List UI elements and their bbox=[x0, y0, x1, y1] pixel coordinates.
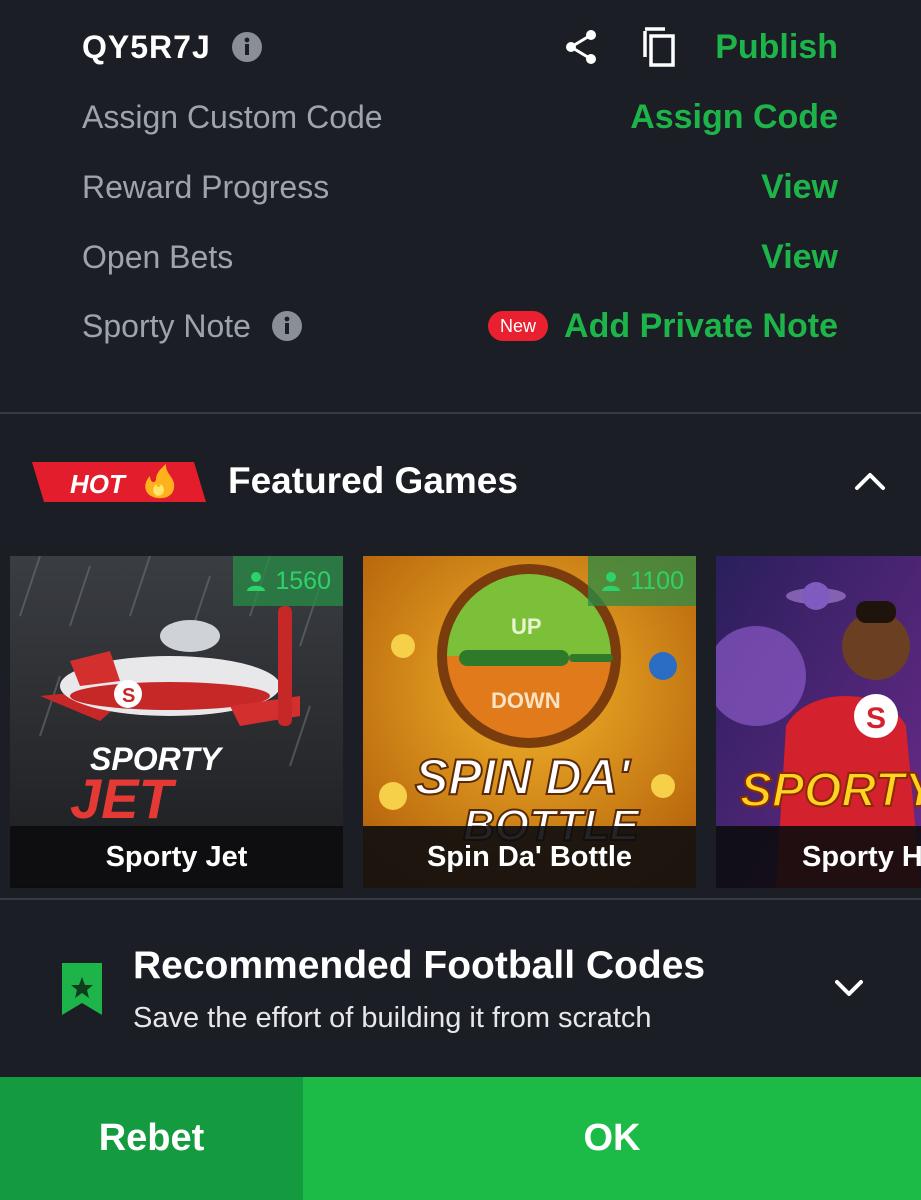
player-count-badge: 1560 bbox=[233, 556, 343, 606]
player-count: 1100 bbox=[630, 566, 684, 595]
assign-code-row: Assign Custom Code Assign Code bbox=[82, 92, 838, 142]
game-name: Spin Da' Bottle bbox=[363, 826, 696, 888]
assign-code-button[interactable]: Assign Code bbox=[630, 98, 838, 137]
booking-code[interactable]: QY5R7J bbox=[82, 29, 211, 66]
spin-art-down: DOWN bbox=[491, 688, 561, 713]
game-card-spin-da-bottle[interactable]: UP DOWN SPIN DA' BOTTLE 1100 Spin Da' Bo… bbox=[363, 556, 696, 888]
sporty-note-row: Sporty Note New Add Private Note bbox=[82, 301, 838, 351]
booking-code-row: QY5R7J Publish bbox=[82, 22, 838, 72]
player-count-badge: 1100 bbox=[588, 556, 696, 606]
recommended-subtitle: Save the effort of building it from scra… bbox=[133, 1002, 652, 1034]
sporty-note-label: Sporty Note bbox=[82, 307, 251, 344]
game-card-sporty-jet[interactable]: S SPORTY JET 1560 Sporty Jet bbox=[10, 556, 343, 888]
info-icon[interactable] bbox=[271, 310, 303, 342]
share-icon[interactable] bbox=[559, 25, 603, 69]
recommended-codes-section[interactable]: Recommended Football Codes Save the effo… bbox=[0, 900, 921, 1076]
svg-text:S: S bbox=[122, 685, 135, 707]
open-bets-label: Open Bets bbox=[82, 238, 234, 275]
sporty-hero-art-title: SPORTY H bbox=[740, 764, 921, 817]
hot-tag: HOT bbox=[32, 462, 206, 502]
sporty-note-actions: New Add Private Note bbox=[488, 307, 838, 346]
chevron-up-icon[interactable] bbox=[849, 460, 891, 502]
game-card-sporty-h[interactable]: S SPORTY H Sporty H bbox=[716, 556, 921, 888]
person-icon bbox=[247, 572, 266, 591]
spin-art-up: UP bbox=[511, 614, 542, 639]
info-icon[interactable] bbox=[231, 31, 263, 63]
booking-code-group: QY5R7J bbox=[82, 29, 263, 66]
open-bets-view-link[interactable]: View bbox=[761, 238, 838, 277]
new-badge: New bbox=[488, 311, 549, 341]
player-count: 1560 bbox=[275, 566, 331, 595]
featured-games-header[interactable]: HOT Featured Games bbox=[0, 440, 921, 524]
spin-art-title-1: SPIN DA' bbox=[415, 749, 632, 805]
featured-games-carousel[interactable]: S SPORTY JET 1560 Sporty Jet UP DOWN SPI… bbox=[10, 556, 921, 888]
booking-info-section: QY5R7J Publish Assign Custom Code Assign… bbox=[0, 0, 921, 414]
copy-icon[interactable] bbox=[637, 25, 681, 69]
game-name: Sporty H bbox=[716, 826, 921, 888]
booking-code-actions: Publish bbox=[559, 25, 838, 69]
reward-progress-row: Reward Progress View bbox=[82, 162, 838, 212]
rebet-button[interactable]: Rebet bbox=[0, 1077, 303, 1200]
bottom-action-bar: Rebet OK bbox=[0, 1077, 921, 1200]
add-private-note-button[interactable]: Add Private Note bbox=[564, 307, 838, 346]
publish-button[interactable]: Publish bbox=[715, 28, 838, 67]
chevron-down-icon[interactable] bbox=[829, 968, 869, 1008]
reward-progress-label: Reward Progress bbox=[82, 168, 330, 205]
bookmark-star-icon bbox=[62, 963, 102, 1015]
featured-games-title: Featured Games bbox=[228, 460, 518, 501]
recommended-title: Recommended Football Codes bbox=[133, 944, 706, 987]
sporty-note-group: Sporty Note bbox=[82, 308, 303, 345]
hot-label: HOT bbox=[70, 469, 127, 499]
svg-text:S: S bbox=[866, 702, 886, 735]
person-icon bbox=[602, 572, 621, 591]
ok-button[interactable]: OK bbox=[303, 1077, 921, 1200]
game-name: Sporty Jet bbox=[10, 826, 343, 888]
assign-custom-code-label: Assign Custom Code bbox=[82, 98, 383, 135]
reward-progress-view-link[interactable]: View bbox=[761, 168, 838, 207]
divider bbox=[0, 412, 921, 414]
open-bets-row: Open Bets View bbox=[82, 232, 838, 282]
sporty-jet-art-title-2: JET bbox=[70, 767, 177, 830]
